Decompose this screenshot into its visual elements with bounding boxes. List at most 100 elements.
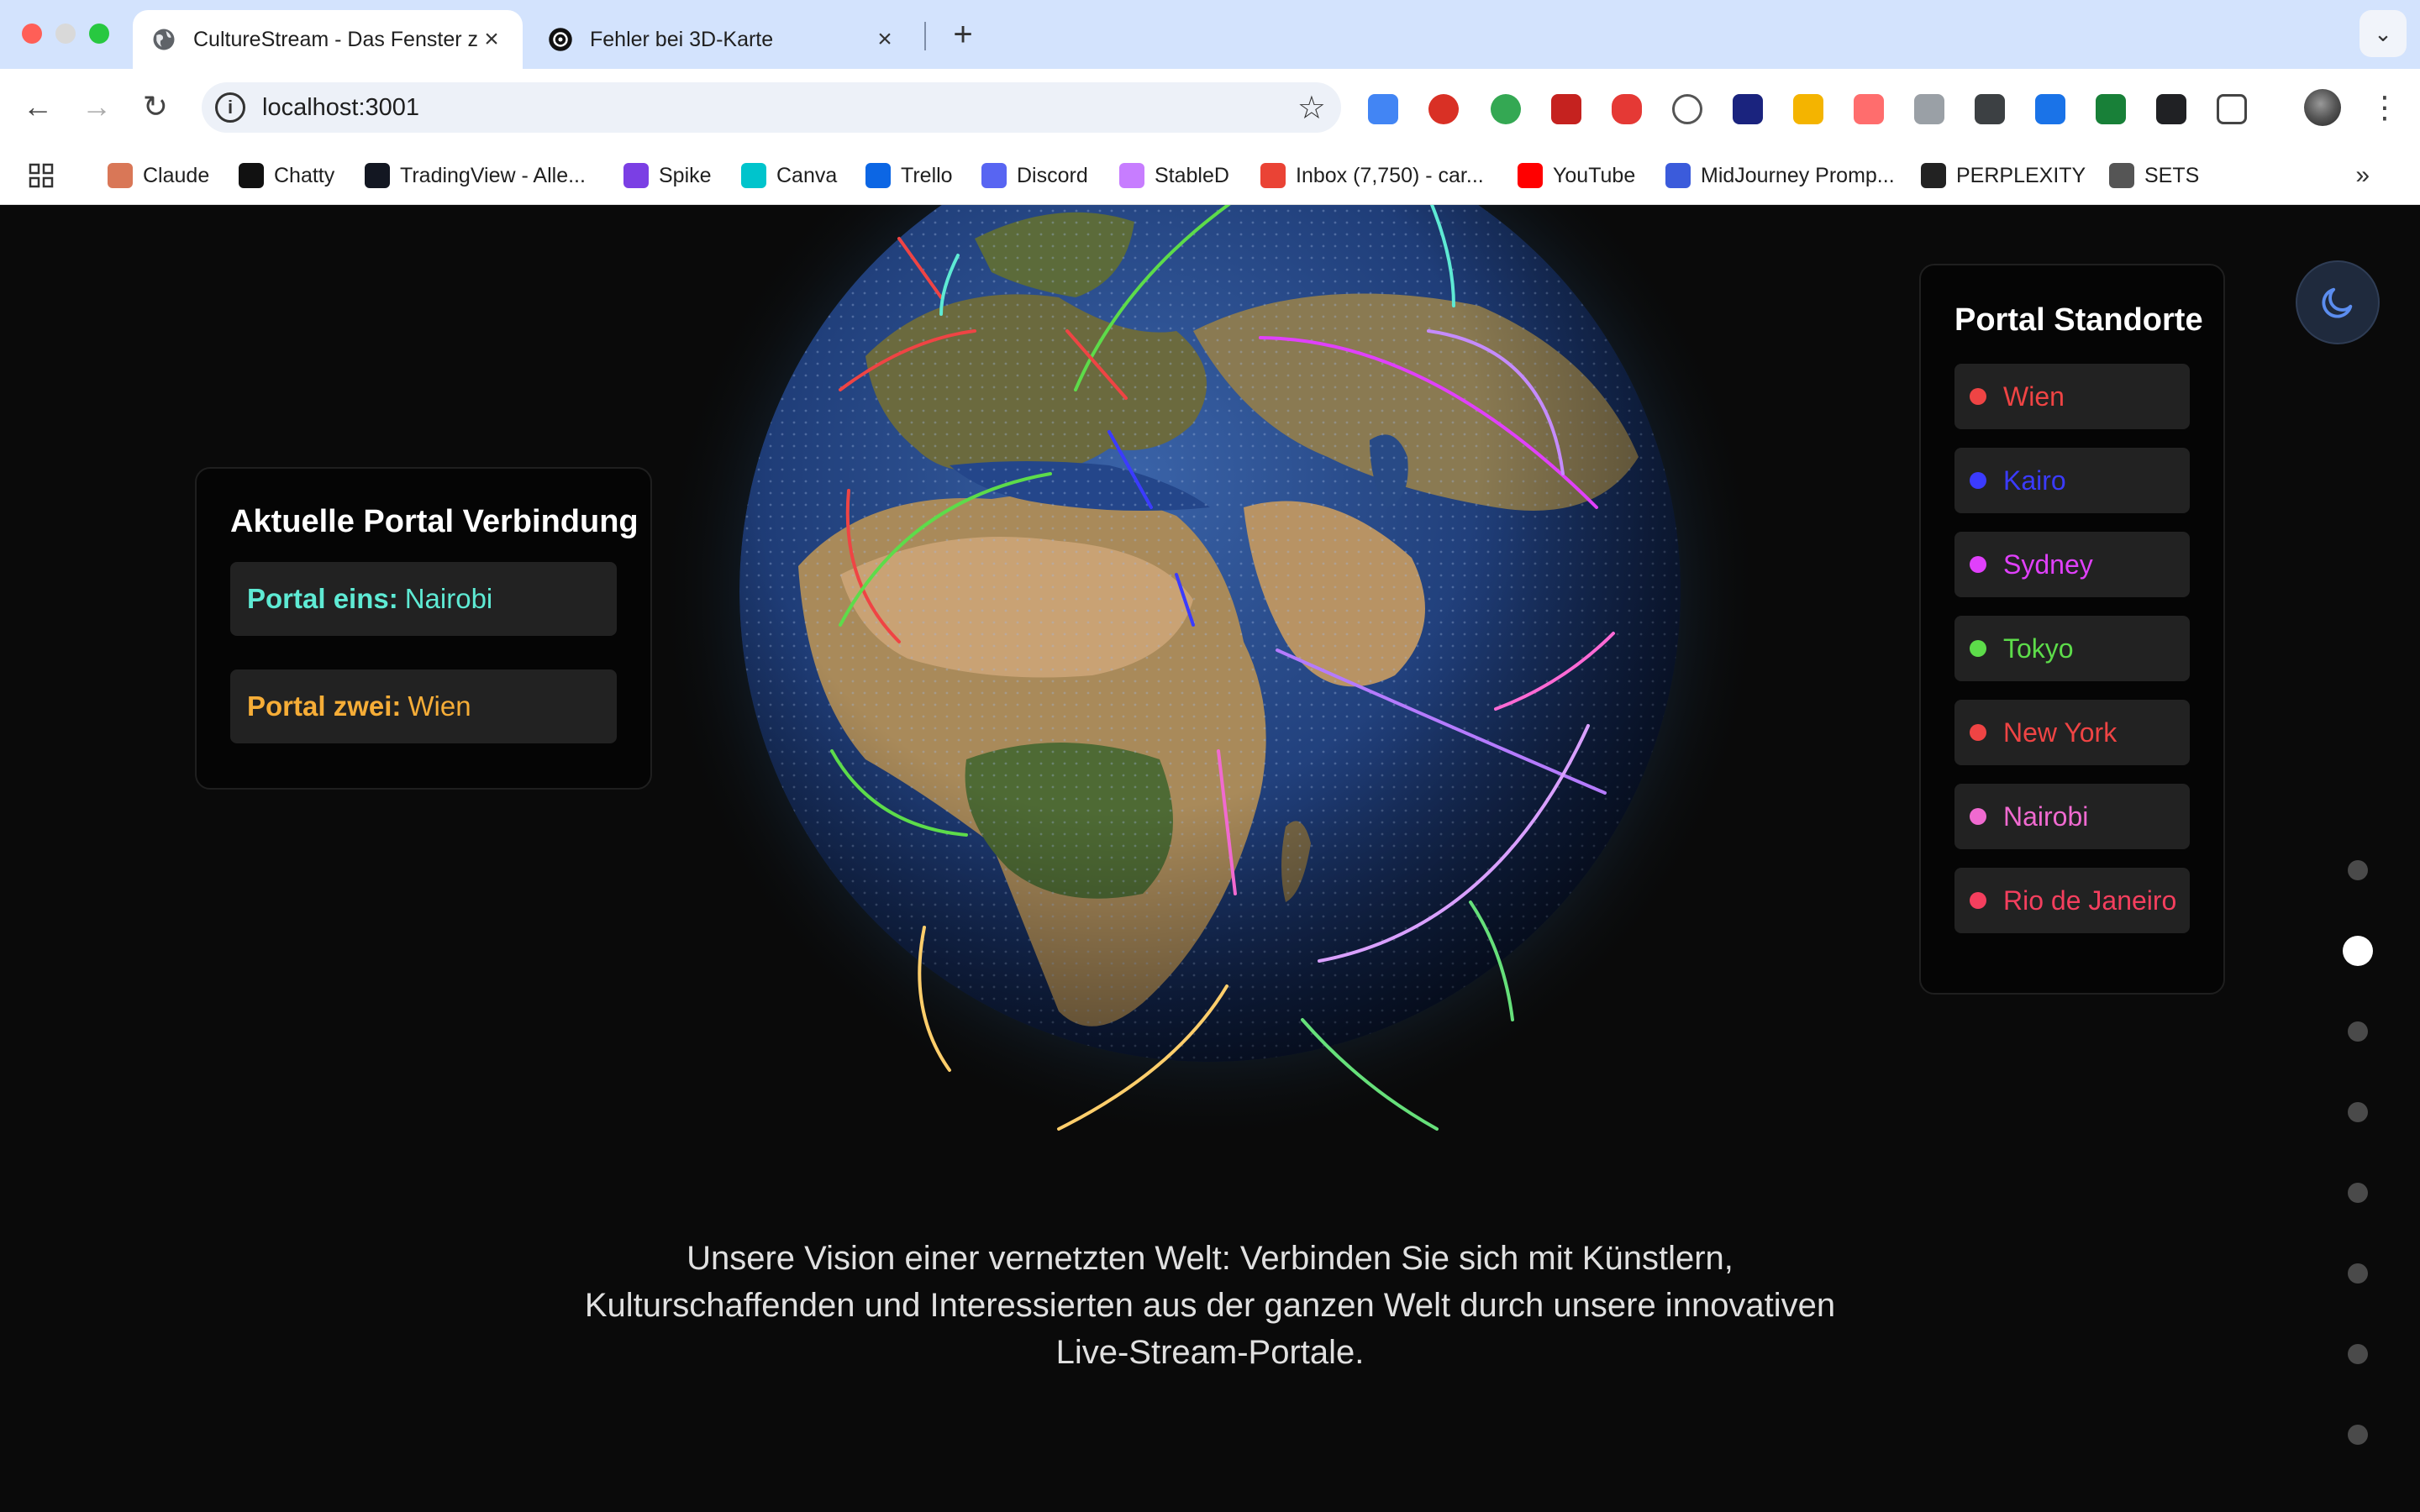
window-minimize-button[interactable] [55,24,76,44]
location-dot-icon [1970,388,1986,405]
bookmark-claude[interactable]: Claude [108,161,209,190]
chat-extension-icon[interactable] [1854,94,1884,124]
portal-two-label: Portal zwei: [247,690,402,722]
location-item[interactable]: Kairo [1954,448,2190,513]
grammar-extension-icon[interactable] [1491,94,1521,124]
address-bar[interactable]: i localhost:3001 ☆ [202,82,1341,133]
back-button[interactable]: ← [15,84,60,129]
bookmark-canva[interactable]: Canva [741,161,837,190]
window-close-button[interactable] [22,24,42,44]
profile-avatar[interactable] [2304,89,2341,126]
extensions-puzzle-icon[interactable] [2217,94,2247,124]
connection-panel-title: Aktuelle Portal Verbindung [230,504,639,539]
sparkle-extension-icon[interactable] [2156,94,2186,124]
window-zoom-button[interactable] [89,24,109,44]
reload-button[interactable]: ↻ [133,84,178,129]
location-dot-icon [1970,724,1986,741]
bookmark-openai[interactable]: Chatty [239,161,334,190]
gmail-icon [1260,163,1286,188]
bookmark-gmail[interactable]: Inbox (7,750) - car... [1260,161,1484,190]
translate-t-icon[interactable] [2035,94,2065,124]
bookmark-label: Chatty [274,163,335,187]
pager-dot[interactable] [2348,1021,2368,1042]
bookmark-folder[interactable]: SETS [2109,161,2199,190]
more-bookmarks-icon[interactable]: » [2355,161,2370,190]
trello-icon [865,163,891,188]
close-icon[interactable]: × [872,25,897,54]
shield-extension-icon[interactable] [1612,94,1642,124]
bookmark-label: StableD [1155,163,1229,187]
bookmark-spike[interactable]: Spike [623,161,712,190]
site-info-icon[interactable]: i [215,92,245,123]
browser-menu-icon[interactable]: ⋮ [2370,84,2400,131]
spike-icon [623,163,649,188]
location-item[interactable]: Sydney [1954,532,2190,597]
video-speed-icon[interactable] [1551,94,1581,124]
moon-icon [2322,287,2353,318]
connection-panel: Aktuelle Portal Verbindung Portal eins: … [195,467,652,790]
url-text: localhost:3001 [262,94,420,121]
languagetool-icon[interactable] [1733,94,1763,124]
bookmark-label: Inbox (7,750) - car... [1296,163,1484,187]
pager-dot[interactable] [2348,1102,2368,1122]
theme-toggle-button[interactable] [2296,260,2380,344]
bookmark-rocket[interactable]: StableD [1119,161,1229,190]
section-pager [2336,860,2378,1448]
pager-dot[interactable] [2348,1263,2368,1284]
location-item[interactable]: Rio de Janeiro [1954,868,2190,933]
pager-dot[interactable] [2348,1344,2368,1364]
adblock-icon[interactable] [1428,94,1459,124]
google-translate-icon[interactable] [1368,94,1398,124]
location-name: New York [2003,717,2118,748]
location-item[interactable]: Tokyo [1954,616,2190,681]
tab-bar: CultureStream - Das Fenster zur Welt × F… [0,0,2420,69]
location-item[interactable]: New York [1954,700,2190,765]
pager-dot[interactable] [2343,936,2373,966]
claude-icon [108,163,133,188]
portal-one-value: Nairobi [404,583,493,614]
pager-dot[interactable] [2348,860,2368,880]
tradingview-icon [365,163,390,188]
bookmark-label: Discord [1017,163,1088,187]
bike-extension-icon[interactable] [1672,94,1702,124]
tab-3d-karte[interactable]: Fehler bei 3D-Karte × [529,10,916,69]
bookmark-tradingview[interactable]: TradingView - Alle... [365,161,586,190]
close-icon[interactable]: × [479,25,504,54]
location-item[interactable]: Wien [1954,364,2190,429]
tab-separator [924,22,926,50]
portal-two-value: Wien [408,690,471,722]
youtube-icon [1518,163,1543,188]
locations-panel: Portal Standorte Wien Kairo Sydney Tokyo New… [1919,264,2225,995]
forward-button[interactable]: → [74,84,119,129]
location-dot-icon [1970,556,1986,573]
vision-text: Unsere Vision einer vernetzten Welt: Ver… [584,1240,1836,1371]
pager-dot[interactable] [2348,1183,2368,1203]
bookmark-label: PERPLEXITY [1956,163,2086,187]
browser-toolbar: ← → ↻ i localhost:3001 ☆ 1 [0,69,2420,193]
globe-visualization[interactable] [588,205,1849,1137]
location-dot-icon [1970,808,1986,825]
location-item[interactable]: Nairobi [1954,784,2190,849]
bookmark-trello[interactable]: Trello [865,161,953,190]
bookmarks-bar: Claude Chatty TradingView - Alle... Spike Ca… [0,144,2420,205]
discord-icon [981,163,1007,188]
portal-one-label: Portal eins: [247,583,398,614]
tab-search-button[interactable]: ⌄ [2360,10,2407,57]
bookmark-midjourney[interactable]: MidJourney Promp... [1665,161,1895,190]
apps-grid-icon[interactable] [29,161,54,190]
bookmark-youtube[interactable]: YouTube [1518,161,1635,190]
bookmark-label: YouTube [1553,163,1636,187]
layers-extension-icon[interactable] [1975,94,2005,124]
u-extension-icon[interactable] [1914,94,1944,124]
location-name: Tokyo [2003,633,2074,664]
download-icon[interactable] [2096,94,2126,124]
new-tab-button[interactable]: + [939,12,986,59]
bookmark-perplexity[interactable]: PERPLEXITY [1921,161,2086,190]
location-dot-icon [1970,892,1986,909]
bookmark-discord[interactable]: Discord [981,161,1088,190]
location-name: Wien [2003,381,2065,412]
pager-dot[interactable] [2348,1425,2368,1445]
color-picker-icon[interactable] [1793,94,1823,124]
bookmark-star-icon[interactable]: ☆ [1297,89,1326,127]
tab-culturestream[interactable]: CultureStream - Das Fenster zur Welt × [133,10,523,69]
